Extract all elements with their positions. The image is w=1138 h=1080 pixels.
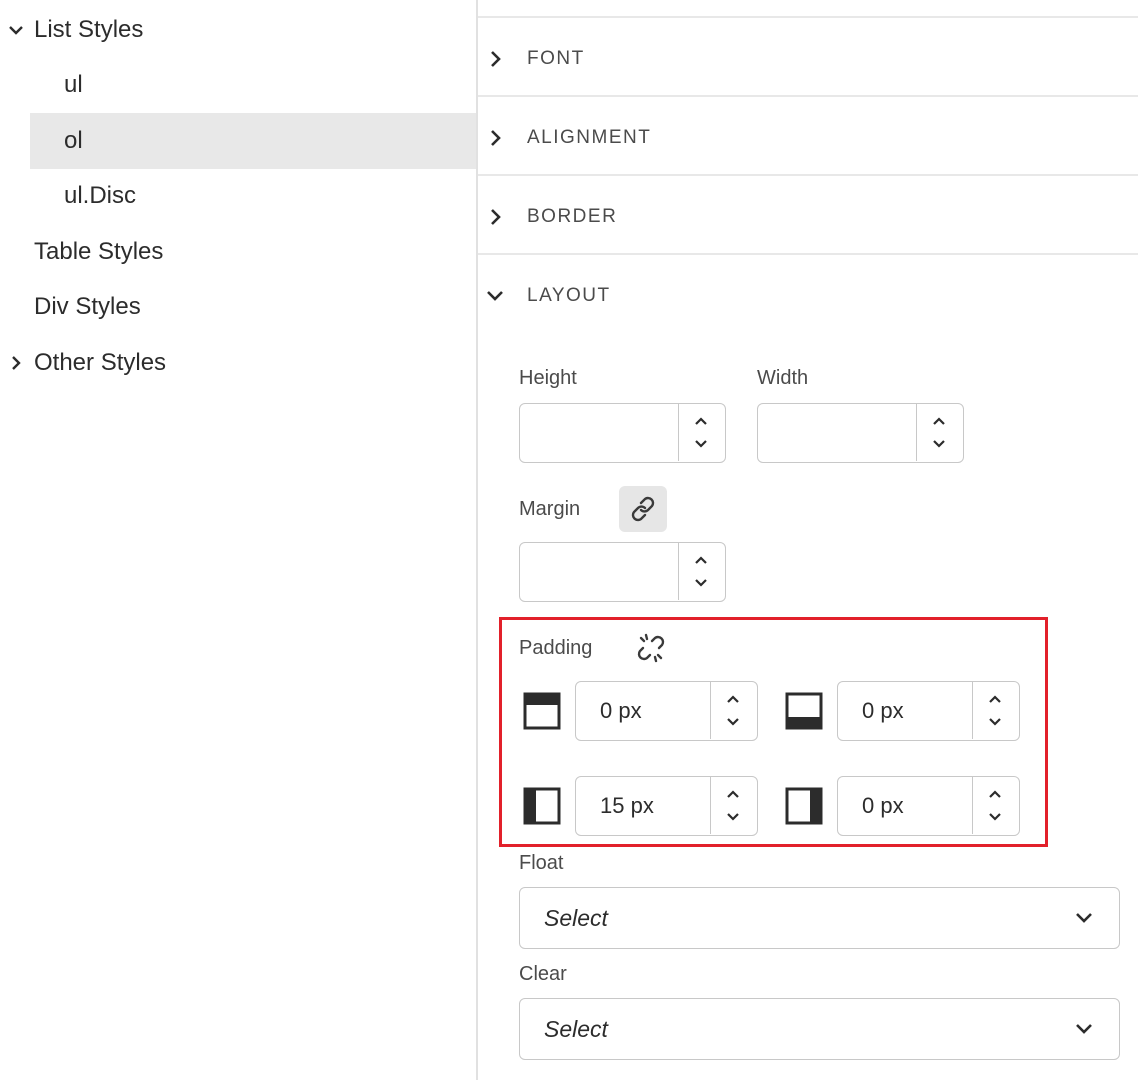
padding-top-buttons <box>710 682 757 739</box>
chevron-right-icon <box>491 209 501 225</box>
padding-bottom-value[interactable]: 0 px <box>862 682 904 739</box>
padding-bottom-stepper[interactable]: 0 px <box>837 681 1020 741</box>
padding-left-icon <box>523 787 561 825</box>
chevron-down-icon[interactable] <box>726 717 740 727</box>
tree-item-label: Other Styles <box>34 349 167 376</box>
chevron-up-icon[interactable] <box>726 789 740 799</box>
padding-left-value[interactable]: 15 px <box>600 777 654 834</box>
chevron-down-icon <box>1076 913 1092 923</box>
section-font-header[interactable]: FONT <box>478 20 1138 98</box>
margin-label: Margin <box>519 498 581 520</box>
section-label: FONT <box>527 48 585 69</box>
chevron-down-icon[interactable] <box>694 578 708 588</box>
tree-item-list-styles[interactable]: List Styles <box>8 2 143 58</box>
padding-top-value[interactable]: 0 px <box>600 682 642 739</box>
float-select[interactable]: Select <box>519 887 1120 949</box>
tree-item-label: Div Styles <box>34 293 141 320</box>
width-stepper[interactable] <box>757 403 964 463</box>
float-label: Float <box>519 852 564 874</box>
section-divider <box>478 174 1138 176</box>
clear-label: Clear <box>519 963 567 985</box>
tree-item-ul[interactable]: ul <box>64 57 83 113</box>
section-label: LAYOUT <box>527 285 611 306</box>
chevron-down-icon <box>1076 1024 1092 1034</box>
padding-left-buttons <box>710 777 757 834</box>
chevron-right-icon <box>491 130 501 146</box>
chevron-down-icon[interactable] <box>726 812 740 822</box>
height-stepper[interactable] <box>519 403 726 463</box>
padding-bottom-buttons <box>972 682 1019 739</box>
tree-item-label: ul <box>64 71 83 98</box>
chevron-down-icon <box>9 26 23 35</box>
height-stepper-buttons <box>678 404 725 461</box>
chevron-up-icon[interactable] <box>988 694 1002 704</box>
tree-item-ol[interactable]: ol <box>30 113 476 169</box>
chevron-up-icon[interactable] <box>932 416 946 426</box>
chevron-up-icon[interactable] <box>726 694 740 704</box>
tree-item-div-styles[interactable]: Div Styles <box>34 279 141 335</box>
margin-stepper[interactable] <box>519 542 726 602</box>
chevron-up-icon[interactable] <box>988 789 1002 799</box>
chevron-up-icon[interactable] <box>694 416 708 426</box>
section-divider <box>478 95 1138 97</box>
link-icon <box>631 496 655 522</box>
width-label: Width <box>757 367 809 389</box>
style-tree: List Styles ul ol ul.Disc Table Styles D… <box>0 0 476 1080</box>
padding-right-value[interactable]: 0 px <box>862 777 904 834</box>
section-divider <box>478 253 1138 255</box>
tree-item-label: List Styles <box>34 16 144 43</box>
section-label: ALIGNMENT <box>527 127 652 148</box>
tree-item-other-styles[interactable]: Other Styles <box>8 335 166 391</box>
chevron-up-icon[interactable] <box>694 555 708 565</box>
clear-select-value: Select <box>544 1016 608 1042</box>
chevron-right-icon <box>12 356 21 370</box>
section-border-header[interactable]: BORDER <box>478 178 1138 256</box>
padding-left-stepper[interactable]: 15 px <box>575 776 758 836</box>
section-alignment-header[interactable]: ALIGNMENT <box>478 99 1138 177</box>
section-divider <box>478 16 1138 18</box>
chevron-right-icon <box>491 51 501 67</box>
tree-item-label: ol <box>64 127 83 154</box>
width-stepper-buttons <box>916 404 963 461</box>
tree-item-table-styles[interactable]: Table Styles <box>34 224 163 280</box>
padding-top-icon <box>523 692 561 730</box>
chevron-down-icon[interactable] <box>932 439 946 449</box>
padding-label: Padding <box>519 637 593 659</box>
height-label: Height <box>519 367 577 389</box>
chevron-down-icon[interactable] <box>988 812 1002 822</box>
unlink-icon <box>637 633 665 663</box>
margin-stepper-buttons <box>678 543 725 600</box>
section-label: BORDER <box>527 206 618 227</box>
padding-right-buttons <box>972 777 1019 834</box>
tree-item-ul-disc[interactable]: ul.Disc <box>64 168 136 224</box>
padding-right-icon <box>785 787 823 825</box>
chevron-down-icon <box>487 291 503 301</box>
section-layout-header[interactable]: LAYOUT <box>478 257 1138 335</box>
float-select-value: Select <box>544 905 608 931</box>
padding-top-stepper[interactable]: 0 px <box>575 681 758 741</box>
clear-select[interactable]: Select <box>519 998 1120 1060</box>
chevron-down-icon[interactable] <box>988 717 1002 727</box>
padding-bottom-icon <box>785 692 823 730</box>
margin-link-toggle[interactable] <box>619 486 667 532</box>
padding-link-toggle[interactable] <box>627 625 675 671</box>
tree-item-label: Table Styles <box>34 238 164 265</box>
chevron-down-icon[interactable] <box>694 439 708 449</box>
tree-item-label: ul.Disc <box>64 182 137 209</box>
padding-right-stepper[interactable]: 0 px <box>837 776 1020 836</box>
